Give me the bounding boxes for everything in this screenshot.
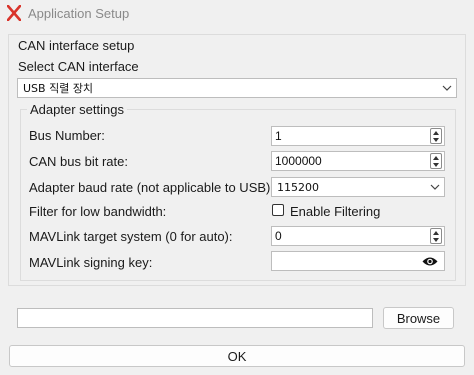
select-interface-label: Select CAN interface bbox=[18, 59, 139, 74]
bus-number-value: 1 bbox=[275, 129, 282, 143]
chevron-down-icon bbox=[438, 78, 456, 98]
bitrate-value: 1000000 bbox=[275, 154, 322, 168]
ok-button[interactable]: OK bbox=[9, 345, 465, 367]
signing-key-label: MAVLink signing key: bbox=[29, 255, 153, 270]
browse-button[interactable]: Browse bbox=[383, 307, 454, 329]
spin-up-icon[interactable] bbox=[431, 129, 441, 136]
spin-down-icon[interactable] bbox=[431, 236, 441, 243]
enable-filtering-label[interactable]: Enable Filtering bbox=[290, 204, 380, 219]
bus-number-spinbox[interactable]: 1 bbox=[271, 126, 445, 146]
can-setup-section-title: CAN interface setup bbox=[18, 38, 135, 53]
mavlink-target-label: MAVLink target system (0 for auto): bbox=[29, 229, 233, 244]
bitrate-label: CAN bus bit rate: bbox=[29, 154, 128, 169]
can-interface-value: USB 직렬 장치 bbox=[23, 82, 94, 95]
baud-rate-value: 115200 bbox=[277, 180, 319, 194]
file-path-input[interactable] bbox=[17, 308, 373, 328]
can-interface-dropdown[interactable]: USB 직렬 장치 bbox=[17, 78, 457, 98]
bus-number-label: Bus Number: bbox=[29, 128, 105, 143]
spin-arrows[interactable] bbox=[430, 153, 442, 169]
chevron-down-icon bbox=[426, 177, 444, 197]
spin-down-icon[interactable] bbox=[431, 136, 441, 143]
mavlink-target-spinbox[interactable]: 0 bbox=[271, 226, 445, 246]
spin-arrows[interactable] bbox=[430, 228, 442, 244]
mavlink-target-value: 0 bbox=[275, 229, 282, 243]
enable-filtering-checkbox[interactable] bbox=[272, 204, 284, 216]
signing-key-input[interactable] bbox=[271, 251, 445, 271]
title-bar: Application Setup bbox=[0, 0, 474, 28]
spin-arrows[interactable] bbox=[430, 128, 442, 144]
app-logo-icon bbox=[7, 5, 21, 21]
eye-icon[interactable] bbox=[422, 256, 438, 267]
bitrate-spinbox[interactable]: 1000000 bbox=[271, 151, 445, 171]
baud-rate-dropdown[interactable]: 115200 bbox=[271, 177, 445, 197]
adapter-settings-title: Adapter settings bbox=[27, 102, 127, 117]
spin-up-icon[interactable] bbox=[431, 154, 441, 161]
window-title: Application Setup bbox=[28, 6, 130, 21]
spin-down-icon[interactable] bbox=[431, 161, 441, 168]
baud-rate-label: Adapter baud rate (not applicable to USB… bbox=[29, 180, 274, 195]
filter-label: Filter for low bandwidth: bbox=[29, 204, 167, 219]
spin-up-icon[interactable] bbox=[431, 229, 441, 236]
